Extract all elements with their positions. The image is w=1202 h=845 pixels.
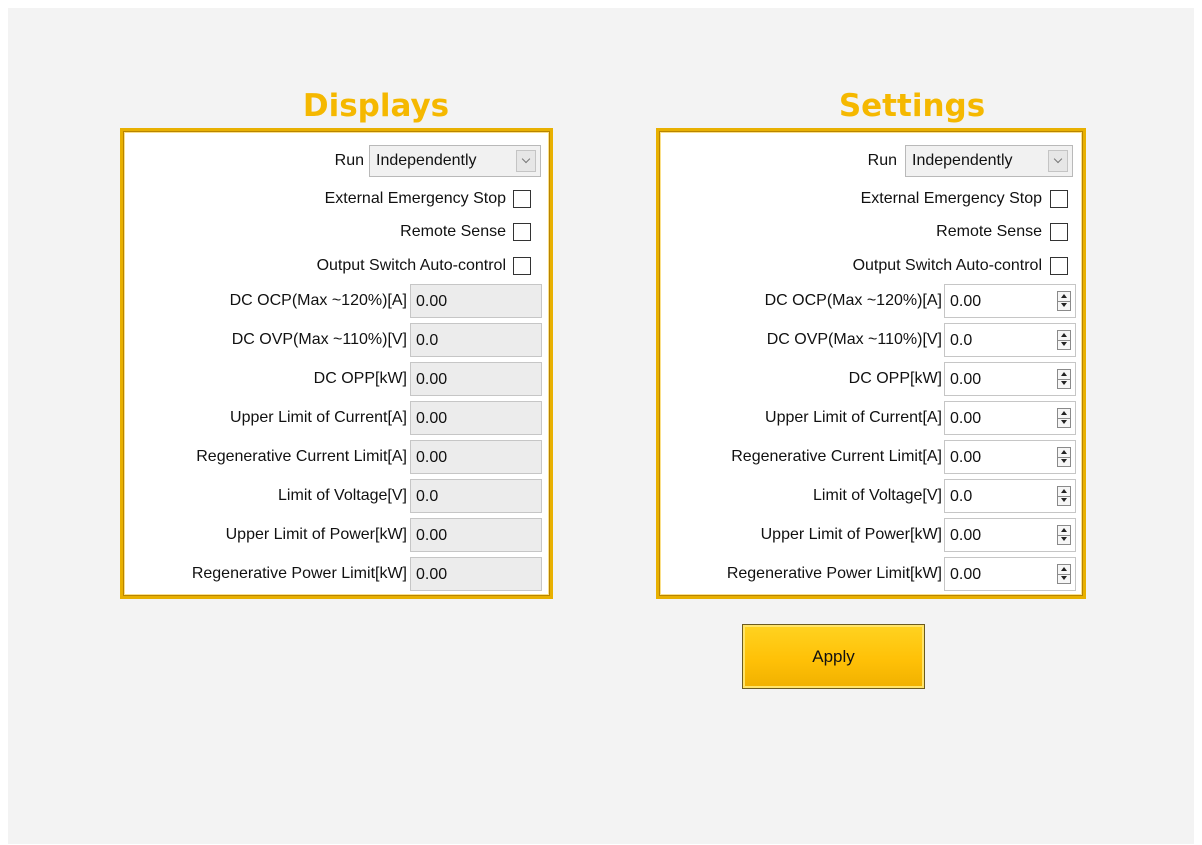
displays-field-value: 0.0 <box>416 332 439 349</box>
settings-field-label: Upper Limit of Power[kW] <box>760 526 942 543</box>
settings-field-label: DC OPP[kW] <box>848 370 942 387</box>
displays-output-switch-checkbox[interactable] <box>513 257 531 275</box>
chevron-down-icon[interactable] <box>516 150 536 172</box>
spinner-icon[interactable] <box>1057 330 1071 350</box>
settings-field-label: DC OVP(Max ~110%)[V] <box>766 331 942 348</box>
settings-current-limit-input[interactable]: 0.00 <box>944 401 1076 435</box>
displays-field-value: 0.00 <box>416 410 448 427</box>
displays-field-value: 0.00 <box>416 566 448 583</box>
displays-ovp-field: 0.0 <box>410 323 542 357</box>
displays-field-label: Upper Limit of Current[A] <box>230 409 407 426</box>
displays-run-select[interactable]: Independently <box>369 145 541 177</box>
settings-ovp-input[interactable]: 0.0 <box>944 323 1076 357</box>
displays-emergency-stop-checkbox[interactable] <box>513 190 531 208</box>
spinner-icon[interactable] <box>1057 525 1071 545</box>
displays-title: Displays <box>302 88 450 124</box>
displays-field-label: Upper Limit of Power[kW] <box>225 526 407 543</box>
spinner-icon[interactable] <box>1057 564 1071 584</box>
settings-emergency-stop-checkbox[interactable] <box>1050 190 1068 208</box>
spinner-icon[interactable] <box>1057 486 1071 506</box>
displays-field-label: Regenerative Current Limit[A] <box>196 448 407 465</box>
displays-run-label: Run <box>334 152 364 169</box>
settings-remote-sense-label: Remote Sense <box>936 223 1042 240</box>
settings-voltage-limit-input[interactable]: 0.0 <box>944 479 1076 513</box>
main-canvas: Displays Run Independently External Emer… <box>8 8 1194 844</box>
chevron-down-icon[interactable] <box>1048 150 1068 172</box>
spinner-icon[interactable] <box>1057 291 1071 311</box>
displays-field-value: 0.0 <box>416 488 439 505</box>
displays-regen-current-field: 0.00 <box>410 440 542 474</box>
displays-field-value: 0.00 <box>416 449 448 466</box>
settings-field-value: 0.0 <box>950 332 973 349</box>
settings-field-value: 0.00 <box>950 527 982 544</box>
settings-opp-input[interactable]: 0.00 <box>944 362 1076 396</box>
settings-field-label: Regenerative Current Limit[A] <box>731 448 942 465</box>
settings-ocp-input[interactable]: 0.00 <box>944 284 1076 318</box>
settings-regen-power-input[interactable]: 0.00 <box>944 557 1076 591</box>
displays-field-label: DC OVP(Max ~110%)[V] <box>231 331 407 348</box>
settings-field-value: 0.00 <box>950 566 982 583</box>
displays-remote-sense-label: Remote Sense <box>400 223 506 240</box>
settings-field-value: 0.00 <box>950 410 982 427</box>
settings-field-label: Upper Limit of Current[A] <box>765 409 942 426</box>
settings-title: Settings <box>838 88 986 124</box>
displays-field-value: 0.00 <box>416 293 448 310</box>
settings-field-value: 0.00 <box>950 293 982 310</box>
displays-power-limit-field: 0.00 <box>410 518 542 552</box>
displays-output-switch-label: Output Switch Auto-control <box>316 257 506 274</box>
displays-remote-sense-checkbox[interactable] <box>513 223 531 241</box>
settings-power-limit-input[interactable]: 0.00 <box>944 518 1076 552</box>
settings-panel: Run Independently External Emergency Sto… <box>656 128 1086 599</box>
displays-run-value: Independently <box>376 152 477 169</box>
settings-regen-current-input[interactable]: 0.00 <box>944 440 1076 474</box>
displays-voltage-limit-field: 0.0 <box>410 479 542 513</box>
displays-field-label: DC OCP(Max ~120%)[A] <box>229 292 407 309</box>
settings-output-switch-checkbox[interactable] <box>1050 257 1068 275</box>
spinner-icon[interactable] <box>1057 369 1071 389</box>
settings-run-value: Independently <box>912 152 1013 169</box>
displays-field-label: DC OPP[kW] <box>313 370 407 387</box>
displays-field-label: Limit of Voltage[V] <box>278 487 407 504</box>
displays-field-value: 0.00 <box>416 371 448 388</box>
settings-field-value: 0.00 <box>950 449 982 466</box>
apply-button[interactable]: Apply <box>742 624 925 689</box>
displays-current-limit-field: 0.00 <box>410 401 542 435</box>
settings-field-value: 0.0 <box>950 488 973 505</box>
settings-field-label: Limit of Voltage[V] <box>813 487 942 504</box>
spinner-icon[interactable] <box>1057 408 1071 428</box>
settings-remote-sense-checkbox[interactable] <box>1050 223 1068 241</box>
settings-field-label: Regenerative Power Limit[kW] <box>726 565 942 582</box>
displays-field-label: Regenerative Power Limit[kW] <box>191 565 407 582</box>
displays-opp-field: 0.00 <box>410 362 542 396</box>
displays-regen-power-field: 0.00 <box>410 557 542 591</box>
settings-output-switch-label: Output Switch Auto-control <box>852 257 1042 274</box>
settings-emergency-stop-label: External Emergency Stop <box>860 190 1042 207</box>
displays-panel: Run Independently External Emergency Sto… <box>120 128 553 599</box>
displays-ocp-field: 0.00 <box>410 284 542 318</box>
displays-emergency-stop-label: External Emergency Stop <box>324 190 506 207</box>
settings-field-label: DC OCP(Max ~120%)[A] <box>764 292 942 309</box>
settings-run-label: Run <box>867 152 897 169</box>
spinner-icon[interactable] <box>1057 447 1071 467</box>
settings-run-select[interactable]: Independently <box>905 145 1073 177</box>
settings-field-value: 0.00 <box>950 371 982 388</box>
displays-field-value: 0.00 <box>416 527 448 544</box>
